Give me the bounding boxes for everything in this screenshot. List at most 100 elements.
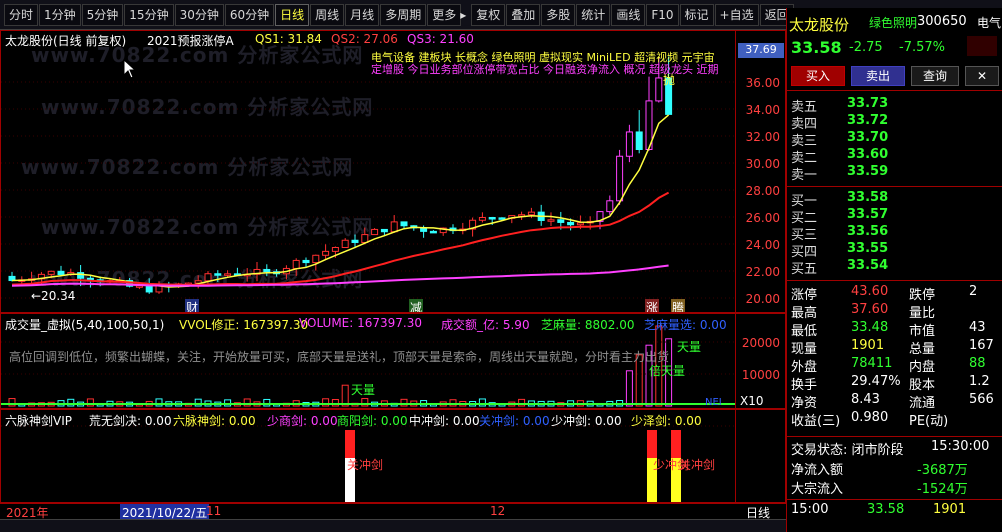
toolbar-17-button[interactable]: F10 (646, 3, 679, 26)
toolbar-3-button[interactable]: 5分钟 (81, 3, 124, 26)
candle-body (478, 217, 486, 221)
kline-chart[interactable]: www.70822.com 分析家公式网 www.70822.com 分析家公式… (0, 30, 786, 313)
book-price: 33.57 (847, 207, 889, 222)
price-axis-tick: 34.00 (745, 103, 780, 117)
candle-body (625, 131, 633, 157)
toolbar-8-button[interactable]: 周线 (310, 3, 345, 26)
volume-bar (341, 384, 349, 407)
sell-button[interactable]: 卖出 (851, 66, 905, 86)
candle-body (429, 230, 437, 234)
bid-book: 买一 33.58 买二 33.57 买三 33.56 买四 33.55 买五 33.54 (787, 188, 1002, 278)
candle-body (576, 222, 584, 226)
volume-bar (518, 398, 526, 407)
candle-body (86, 277, 94, 281)
volume-unit: X10 (740, 394, 764, 408)
book-price: 33.73 (847, 96, 889, 111)
stat-value: 0.980 (851, 410, 889, 425)
vvol-value: VVOL修正: 167397.30 (179, 318, 309, 332)
volume-panel[interactable]: 成交量_虚拟(5,40,100,50,1) VVOL修正: 167397.30 … (0, 313, 786, 409)
toolbar-1-button[interactable]: 分时 (4, 3, 39, 26)
date-bar[interactable]: 2021年 2021/10/22/五 11 12 日线 (0, 503, 786, 521)
toolbar-2-button[interactable]: 1分钟 (39, 3, 81, 26)
marker-cai[interactable]: 财 (185, 299, 200, 312)
bid-row[interactable]: 买二 33.57 (791, 207, 991, 226)
close-panel-icon[interactable]: ✕ (965, 66, 999, 86)
stat-value: 43 (969, 320, 986, 335)
toolbar-11-button[interactable]: 更多 (427, 3, 462, 26)
candle-body (655, 77, 663, 102)
candle-body (204, 273, 212, 282)
price-axis-tick: 26.00 (745, 211, 780, 225)
toolbar-16-button[interactable]: 画线 (611, 3, 646, 26)
candle-body (361, 234, 369, 243)
ask-row[interactable]: 卖三 33.70 (791, 130, 991, 149)
stat-row: 最低 33.48 市值 43 (791, 320, 1002, 339)
stat-label: 流通 (909, 396, 936, 411)
toolbar-18-button[interactable]: 标记 (679, 3, 714, 26)
candle-body (47, 270, 55, 275)
ask-row[interactable]: 卖二 33.60 (791, 147, 991, 166)
volume-bar (625, 370, 633, 407)
candle-body (57, 270, 65, 276)
stat-label: 最低 (791, 324, 818, 339)
stat-label: PE(动) (909, 414, 949, 429)
stat-value: 37.60 (851, 302, 889, 317)
volume-title: 成交量_虚拟(5,40,100,50,1) (5, 318, 165, 332)
price-axis-tick: 32.00 (745, 130, 780, 144)
toolbar-6-button[interactable]: 60分钟 (224, 3, 275, 26)
month-tick: 11 (206, 504, 222, 518)
toolbar-9-button[interactable]: 月线 (345, 3, 380, 26)
sword-signal-bar (345, 430, 355, 458)
tianliang-label: 天量 (677, 340, 702, 354)
sword-axis (735, 410, 785, 502)
buy-button[interactable]: 买入 (791, 66, 845, 86)
toolbar-15-button[interactable]: 统计 (576, 3, 611, 26)
book-price: 33.58 (847, 190, 889, 205)
stock-sector: 电气 (977, 16, 1002, 30)
ask-row[interactable]: 卖四 33.72 (791, 113, 991, 132)
marker-zhang[interactable]: 涨 (645, 299, 660, 312)
trade-time: 15:30:00 (931, 439, 990, 454)
volume-value: VOLUME: 167397.30 (299, 316, 422, 330)
marker-teng[interactable]: 腾 (671, 299, 686, 312)
query-button[interactable]: 查询 (911, 66, 959, 86)
bid-row[interactable]: 买四 33.55 (791, 241, 991, 260)
bid-row[interactable]: 买五 33.54 (791, 258, 991, 277)
stat-row: 收益(三) 0.980 PE(动) (791, 410, 1002, 429)
stat-value: 88 (969, 356, 986, 371)
toolbar-5-button[interactable]: 30分钟 (174, 3, 224, 26)
bid-row[interactable]: 买一 33.58 (791, 190, 991, 209)
toolbar-14-button[interactable]: 多股 (541, 3, 576, 26)
ask-row[interactable]: 卖一 33.59 (791, 164, 991, 183)
stat-value: 2 (969, 284, 978, 299)
sword-value: 少商剑: 0.00 (267, 414, 338, 428)
book-level-label: 买五 (791, 262, 818, 277)
toolbar-13-button[interactable]: 叠加 (506, 3, 541, 26)
zhima-select-value: 芝麻量选: 0.00 (644, 318, 727, 332)
candle-body (557, 219, 565, 223)
stat-row: 净资 8.43 流通 566 (791, 392, 1002, 411)
toolbar-7-button[interactable]: 日线 (275, 3, 310, 26)
toolbar-19-button[interactable]: +自选 (714, 3, 759, 26)
book-price: 33.72 (847, 113, 889, 128)
stat-row: 涨停 43.60 跌停 2 (791, 284, 1002, 303)
candle-body (322, 250, 330, 256)
stat-label: 股本 (909, 378, 936, 393)
price-change-pct: -7.57% (899, 40, 945, 55)
sword-panel[interactable]: 六脉神剑VIP 荒无剑决: 0.00 六脉神剑: 0.00 少商剑: 0.00 … (0, 409, 786, 503)
stat-label: 内盘 (909, 360, 936, 375)
toolbar-10-button[interactable]: 多周期 (380, 3, 427, 26)
divider (787, 90, 1002, 91)
candle-body (498, 217, 506, 220)
ask-row[interactable]: 卖五 33.73 (791, 96, 991, 115)
stat-value: 167 (969, 338, 994, 353)
marker-jian[interactable]: 减 (409, 299, 424, 312)
status-strip (0, 519, 786, 532)
stat-label: 市值 (909, 324, 936, 339)
ma-mid-line (11, 191, 670, 286)
toolbar-12-button[interactable]: 复权 (471, 3, 506, 26)
book-price: 33.56 (847, 224, 889, 239)
stat-row: 最高 37.60 量比 (791, 302, 1002, 321)
bid-row[interactable]: 买三 33.56 (791, 224, 991, 243)
toolbar-4-button[interactable]: 15分钟 (124, 3, 174, 26)
